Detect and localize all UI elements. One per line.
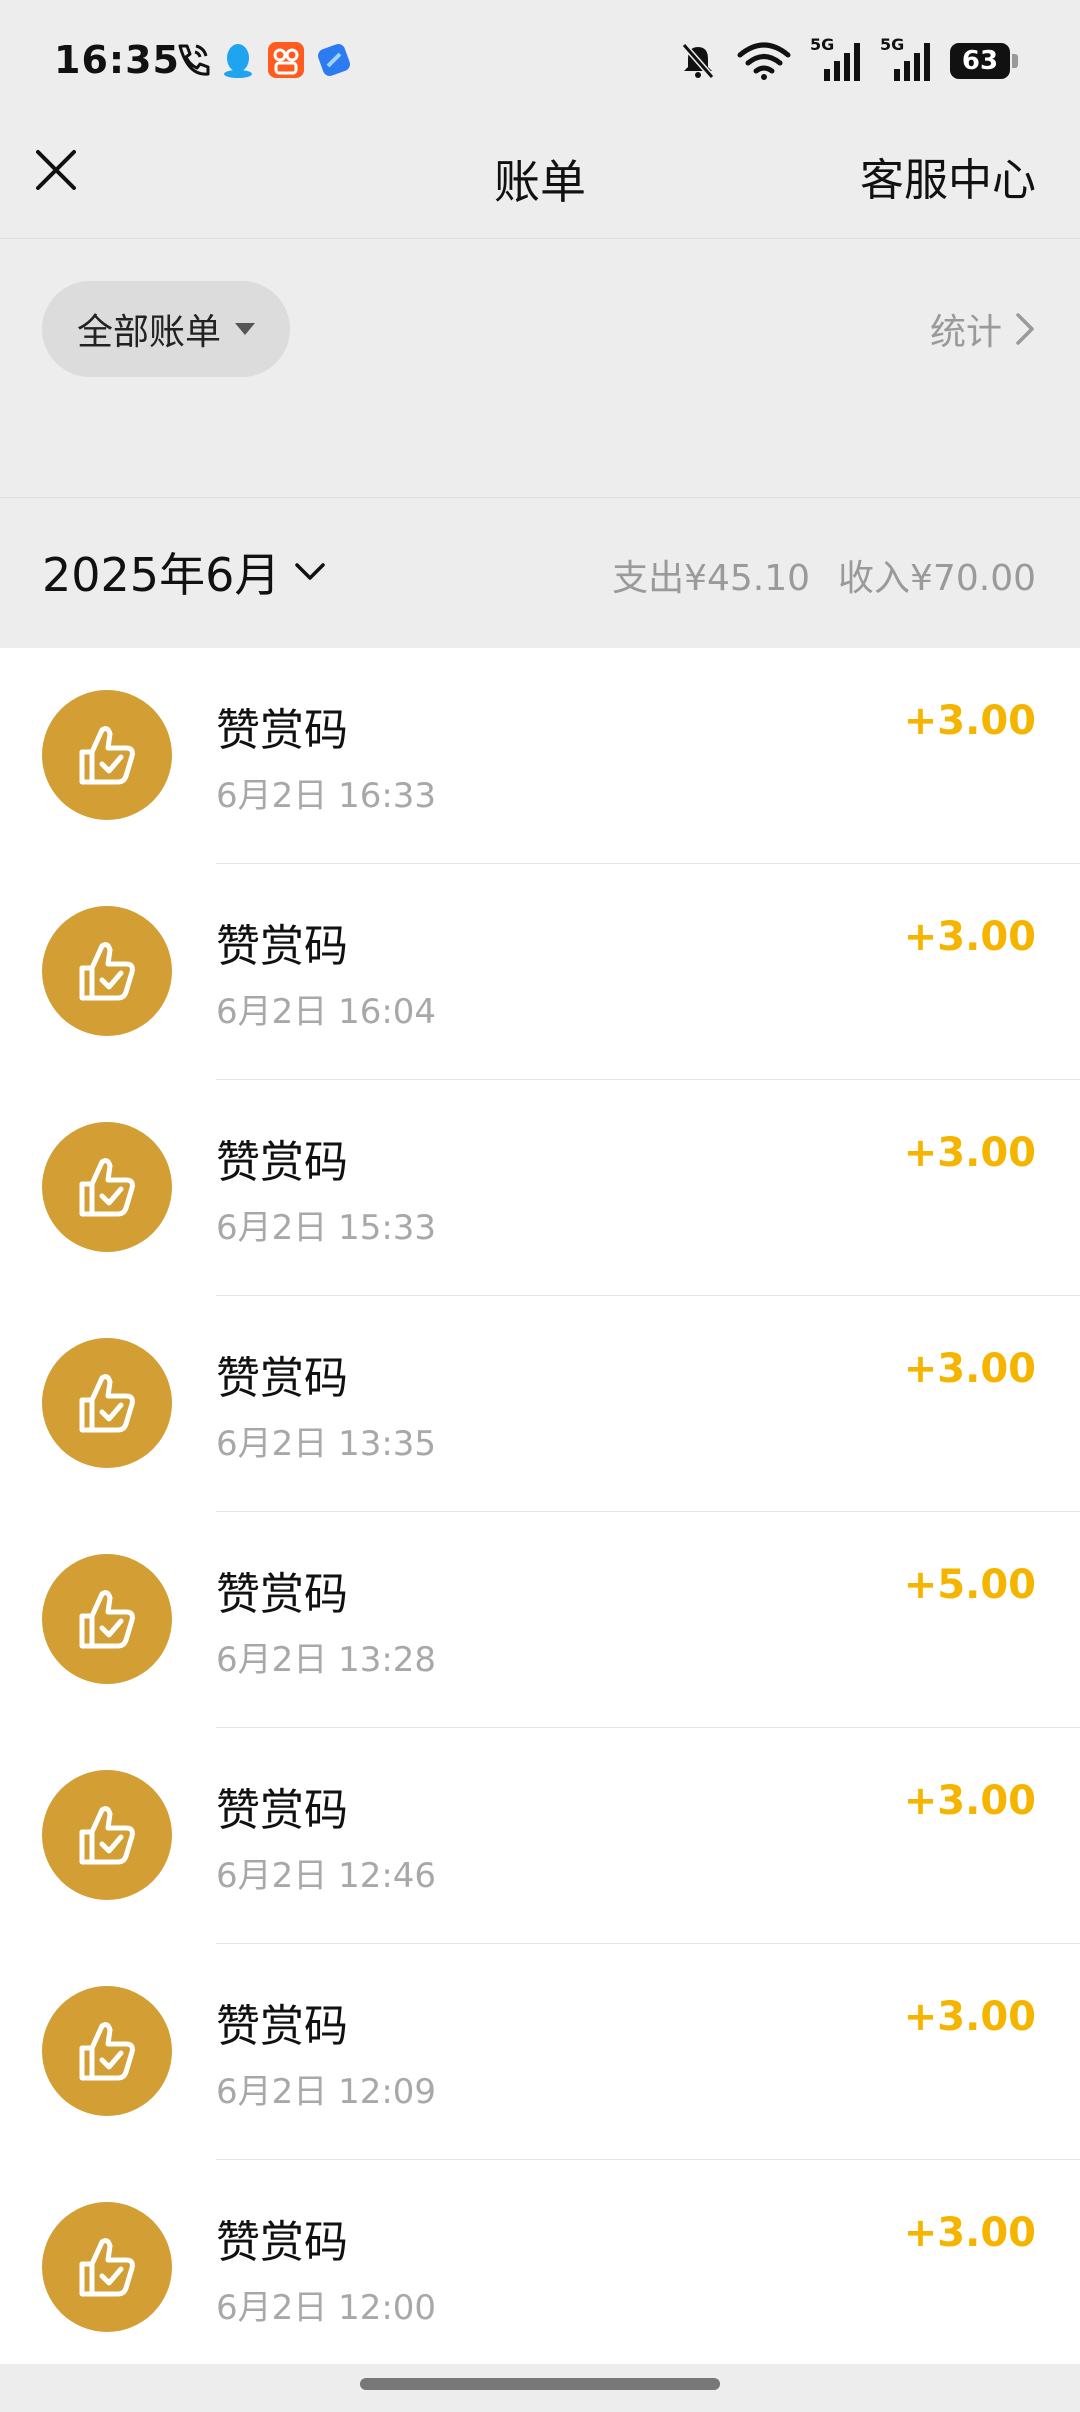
transaction-item[interactable]: 赞赏码 6月2日 16:33 +3.00: [0, 648, 1080, 864]
statistics-link[interactable]: 统计: [930, 303, 1036, 355]
transaction-list: 赞赏码 6月2日 16:33 +3.00 赞赏码 6月2日 16:04 +3.0…: [0, 648, 1080, 2364]
transaction-time: 6月2日 13:35: [216, 1424, 437, 1464]
transaction-title: 赞赏码: [216, 705, 348, 756]
transaction-amount: +3.00: [903, 1130, 1036, 1176]
transaction-item[interactable]: 赞赏码 6月2日 12:00 +3.00: [0, 2160, 1080, 2376]
bill-page: 16:35 5G 5G 63 账单 客服中心 全部账单 统计 2025年6月 支…: [0, 0, 1080, 2412]
status-right-icons: 5G 5G 63: [678, 35, 1018, 86]
top-nav-bar: 账单 客服中心: [0, 120, 1080, 239]
home-indicator[interactable]: [360, 2378, 720, 2390]
month-label: 2025年6月: [42, 548, 281, 602]
month-totals: 支出¥45.10 收入¥70.00: [612, 549, 1036, 601]
customer-service-link[interactable]: 客服中心: [860, 144, 1036, 208]
phone-call-icon: [178, 44, 210, 76]
transaction-item[interactable]: 赞赏码 6月2日 12:46 +3.00: [0, 1728, 1080, 1944]
transaction-time: 6月2日 16:04: [216, 992, 437, 1032]
transaction-title: 赞赏码: [216, 2001, 348, 2052]
transaction-item[interactable]: 赞赏码 6月2日 13:28 +5.00: [0, 1512, 1080, 1728]
transaction-time: 6月2日 16:33: [216, 776, 437, 816]
chevron-right-icon: [1016, 313, 1034, 345]
thumbs-up-check-icon: [42, 1770, 172, 1900]
status-time: 16:35: [54, 38, 180, 82]
battery-icon: 63: [950, 43, 1018, 79]
transaction-title: 赞赏码: [216, 1785, 348, 1836]
transaction-amount: +5.00: [903, 1562, 1036, 1608]
app-icon: [268, 42, 304, 78]
transaction-amount: +3.00: [903, 1994, 1036, 2040]
signal-5g-icon: 5G: [810, 35, 862, 83]
transaction-title: 赞赏码: [216, 1353, 348, 1404]
transaction-title: 赞赏码: [216, 2217, 348, 2268]
thumbs-up-check-icon: [42, 690, 172, 820]
mute-bell-icon: [681, 43, 715, 79]
transaction-amount: +3.00: [903, 914, 1036, 960]
thumbs-up-check-icon: [42, 1986, 172, 2116]
transaction-item[interactable]: 赞赏码 6月2日 15:33 +3.00: [0, 1080, 1080, 1296]
statistics-label: 统计: [929, 312, 1002, 353]
month-selector[interactable]: 2025年6月: [42, 539, 326, 605]
transaction-time: 6月2日 12:09: [216, 2072, 437, 2112]
transaction-amount: +3.00: [903, 1778, 1036, 1824]
qq-icon: [224, 44, 252, 78]
transaction-time: 6月2日 12:00: [216, 2288, 437, 2328]
browser-icon: [318, 44, 350, 76]
month-summary: 2025年6月 支出¥45.10 收入¥70.00: [0, 497, 1080, 647]
income-total: 收入¥70.00: [838, 558, 1036, 599]
status-bar: 16:35 5G 5G 63: [0, 0, 1080, 120]
transaction-item[interactable]: 赞赏码 6月2日 16:04 +3.00: [0, 864, 1080, 1080]
expense-total: 支出¥45.10: [612, 558, 811, 599]
transaction-title: 赞赏码: [216, 1137, 348, 1188]
transaction-amount: +3.00: [903, 1346, 1036, 1392]
thumbs-up-check-icon: [42, 1554, 172, 1684]
chevron-down-icon: [295, 563, 326, 580]
transaction-title: 赞赏码: [216, 1569, 348, 1620]
transaction-amount: +3.00: [903, 2210, 1036, 2256]
transaction-amount: +3.00: [903, 698, 1036, 744]
transaction-time: 6月2日 15:33: [216, 1208, 437, 1248]
battery-level: 63: [961, 46, 999, 76]
transaction-title: 赞赏码: [216, 921, 348, 972]
signal-5g-icon: 5G: [880, 35, 932, 83]
thumbs-up-check-icon: [42, 906, 172, 1036]
caret-down-icon: [235, 323, 255, 335]
transaction-time: 6月2日 12:46: [216, 1856, 437, 1896]
bill-type-filter-label: 全部账单: [76, 312, 221, 353]
thumbs-up-check-icon: [42, 1122, 172, 1252]
transaction-item[interactable]: 赞赏码 6月2日 13:35 +3.00: [0, 1296, 1080, 1512]
transaction-item[interactable]: 赞赏码 6月2日 12:09 +3.00: [0, 1944, 1080, 2160]
filter-bar: 全部账单 统计: [0, 239, 1080, 498]
thumbs-up-check-icon: [42, 1338, 172, 1468]
transaction-time: 6月2日 13:28: [216, 1640, 437, 1680]
wifi-icon: [737, 42, 791, 80]
thumbs-up-check-icon: [42, 2202, 172, 2332]
bill-type-filter-button[interactable]: 全部账单: [42, 281, 290, 377]
